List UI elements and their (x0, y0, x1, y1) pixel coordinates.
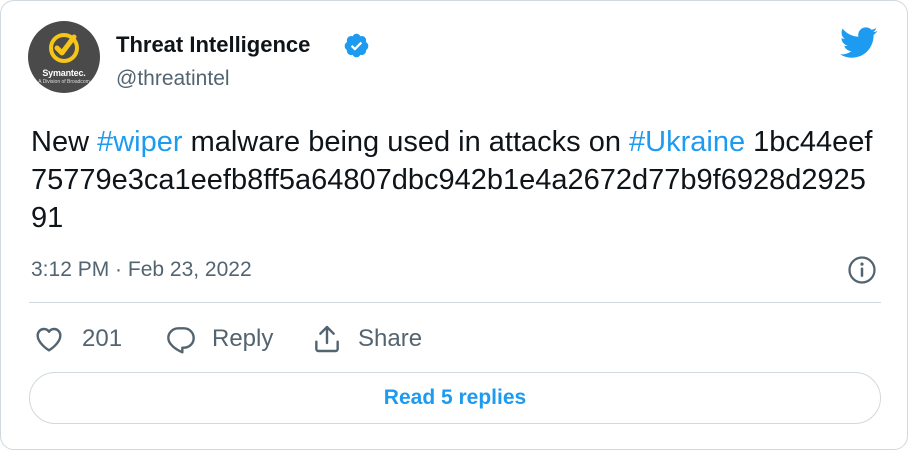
twitter-bird-icon[interactable] (840, 27, 878, 59)
divider (29, 302, 881, 303)
share-label: Share (358, 325, 423, 352)
reply-label: Reply (212, 325, 274, 352)
tweet-text-part: malware being used in attacks on (182, 126, 630, 158)
like-count: 201 (82, 325, 123, 352)
like-button[interactable]: 201 (33, 321, 122, 357)
reply-bubble-icon (167, 327, 195, 354)
avatar[interactable]: Symantec. A Division of Broadcom (28, 21, 100, 93)
hashtag-ukraine-link[interactable]: #Ukraine (629, 126, 745, 158)
tweet-text: New #wiper malware being used in attacks… (31, 123, 881, 237)
tweet-card: Symantec. A Division of Broadcom Threat … (0, 0, 908, 450)
tweet-text-part: New (31, 126, 98, 158)
info-icon[interactable] (847, 255, 877, 285)
tweet-timestamp[interactable]: 3:12 PM · Feb 23, 2022 (31, 258, 252, 282)
hashtag-wiper-link[interactable]: #wiper (97, 126, 182, 158)
author-handle[interactable]: @threatintel (116, 67, 230, 91)
read-replies-button[interactable]: Read 5 replies (29, 372, 881, 424)
avatar-tagline: A Division of Broadcom (38, 79, 90, 85)
reply-button[interactable]: Reply (165, 321, 273, 357)
share-button[interactable]: Share (311, 321, 422, 357)
verified-badge-icon (344, 33, 369, 58)
avatar-brand: Symantec. (42, 68, 86, 78)
share-upload-icon (315, 325, 339, 353)
author-display-name[interactable]: Threat Intelligence (116, 32, 310, 58)
heart-icon (36, 327, 62, 352)
